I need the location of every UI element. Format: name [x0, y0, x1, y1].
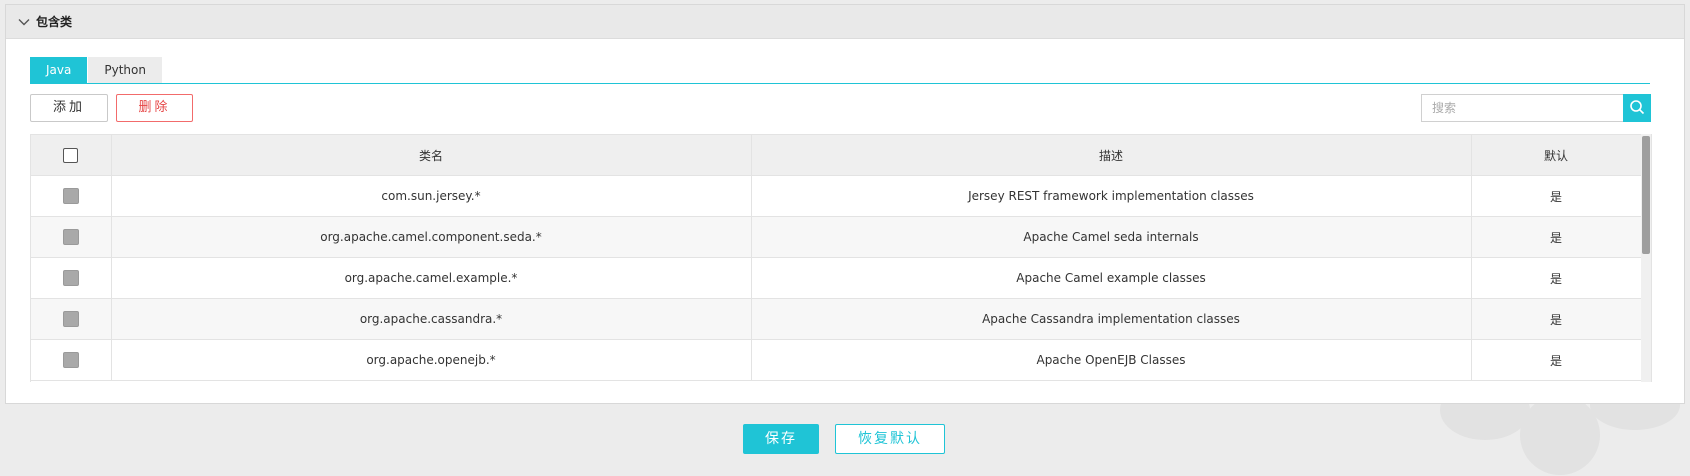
panel-header[interactable]: 包含类: [6, 5, 1684, 39]
row-checkbox[interactable]: [62, 188, 79, 204]
class-name-cell: org.apache.openejb.*: [111, 339, 752, 381]
table-row[interactable]: com.sun.jersey.* Jersey REST framework i…: [31, 175, 1642, 217]
search-box: [1421, 94, 1651, 122]
delete-button[interactable]: 删除: [116, 94, 193, 122]
search-input[interactable]: [1421, 94, 1623, 122]
tab-java[interactable]: Java: [30, 57, 88, 83]
search-button[interactable]: [1623, 94, 1651, 122]
add-button[interactable]: 添加: [30, 94, 108, 122]
description-cell: Apache OpenEJB Classes: [751, 339, 1472, 381]
select-all-cell: [31, 135, 112, 176]
row-checkbox[interactable]: [62, 270, 79, 286]
table-header-row: 类名 描述 默认: [31, 135, 1642, 176]
save-button[interactable]: 保存: [743, 424, 819, 454]
class-name-cell: com.sun.jersey.*: [111, 175, 752, 217]
row-checkbox[interactable]: [62, 311, 79, 327]
description-cell: Apache Cassandra implementation classes: [751, 298, 1472, 340]
restore-defaults-button[interactable]: 恢复默认: [835, 424, 945, 454]
default-cell: 是: [1471, 175, 1642, 217]
background-shape: [1520, 395, 1600, 475]
language-tabs: Java Python: [30, 53, 1650, 84]
row-checkbox[interactable]: [62, 229, 79, 245]
table-scrollbar-thumb[interactable]: [1642, 136, 1650, 254]
table-row[interactable]: org.apache.openejb.* Apache OpenEJB Clas…: [31, 339, 1642, 381]
row-select-cell: [31, 216, 112, 258]
column-header-class-name[interactable]: 类名: [111, 135, 752, 176]
row-checkbox[interactable]: [62, 352, 79, 368]
description-cell: Apache Camel seda internals: [751, 216, 1472, 258]
row-select-cell: [31, 339, 112, 381]
class-name-cell: org.apache.camel.example.*: [111, 257, 752, 299]
panel-title: 包含类: [36, 15, 73, 29]
row-select-cell: [31, 298, 112, 340]
default-cell: 是: [1471, 257, 1642, 299]
class-table: 类名 描述 默认 com.sun.jersey.* Jersey REST fr…: [30, 134, 1652, 382]
default-cell: 是: [1471, 216, 1642, 258]
row-select-cell: [31, 257, 112, 299]
column-header-default[interactable]: 默认: [1471, 135, 1642, 176]
row-select-cell: [31, 175, 112, 217]
tab-python[interactable]: Python: [88, 57, 162, 83]
table-row[interactable]: org.apache.cassandra.* Apache Cassandra …: [31, 298, 1642, 340]
chevron-down-icon[interactable]: [18, 16, 30, 28]
class-name-cell: org.apache.cassandra.*: [111, 298, 752, 340]
select-all-checkbox[interactable]: [63, 147, 79, 163]
default-cell: 是: [1471, 339, 1642, 381]
search-icon: [1629, 99, 1645, 118]
table-row[interactable]: org.apache.camel.component.seda.* Apache…: [31, 216, 1642, 258]
description-cell: Apache Camel example classes: [751, 257, 1472, 299]
column-header-description[interactable]: 描述: [751, 135, 1472, 176]
default-cell: 是: [1471, 298, 1642, 340]
table-row[interactable]: org.apache.camel.example.* Apache Camel …: [31, 257, 1642, 299]
description-cell: Jersey REST framework implementation cla…: [751, 175, 1472, 217]
class-name-cell: org.apache.camel.component.seda.*: [111, 216, 752, 258]
